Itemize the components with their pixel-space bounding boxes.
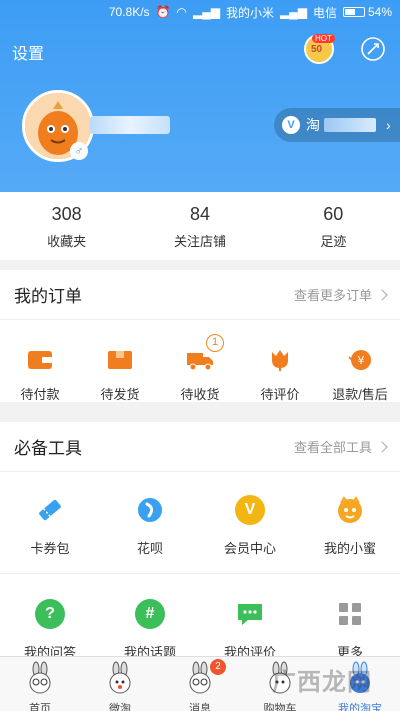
orders-row: 待付款 待发货 1 待收货 待评价 ¥ 退款/售后 — [0, 320, 400, 403]
chevron-right-icon — [376, 288, 388, 301]
vip-label: 淘 — [306, 117, 320, 133]
order-pending-shipment[interactable]: 待发货 — [80, 340, 160, 403]
tool-label: 会员中心 — [223, 541, 276, 556]
tab-label: 微淘 — [109, 703, 131, 711]
order-label: 待评价 — [260, 387, 300, 402]
tools-row-1: 卡券包 花呗 V 会员中心 我的小蜜 — [0, 472, 400, 574]
signal-icon: ▂▄▆ — [193, 5, 220, 19]
tool-reviews[interactable]: 我的评价 — [200, 594, 300, 661]
order-pending-payment[interactable]: 待付款 — [0, 340, 80, 403]
stats-row: 308 收藏夹 84 关注店铺 60 足迹 — [0, 192, 400, 260]
section-title: 我的订单 — [14, 287, 82, 306]
order-label: 待付款 — [20, 387, 60, 402]
tab-home[interactable]: 首页 — [0, 657, 80, 711]
stat-followed-shops[interactable]: 84 关注店铺 — [133, 192, 266, 260]
tab-label: 购物车 — [263, 703, 297, 711]
vip-icon: V — [235, 495, 265, 525]
battery-icon — [342, 7, 365, 17]
alarm-icon: ⏰ — [155, 5, 171, 19]
view-all-tools-link[interactable]: 查看全部工具 — [293, 437, 388, 456]
v-icon: V — [282, 116, 300, 134]
question-icon: ? — [35, 599, 65, 629]
stat-favorites[interactable]: 308 收藏夹 — [0, 192, 133, 260]
watermark-text: 广西龙网 — [272, 669, 372, 696]
stat-value: 60 — [323, 204, 344, 224]
tool-label: 卡券包 — [30, 541, 70, 556]
status-bar: 70.8K/s ⏰ ◠ ▂▄▆ 我的小米 ▂▄▆ 电信 54% — [0, 0, 400, 24]
tab-label: 我的淘宝 — [338, 703, 382, 711]
hashtag-icon: # — [135, 599, 165, 629]
signal-icon: ▂▄▆ — [279, 5, 307, 19]
settings-button[interactable]: 设置 — [12, 40, 44, 64]
huabei-icon — [138, 498, 162, 522]
tool-topics[interactable]: # 我的话题 — [100, 594, 200, 661]
tool-qa[interactable]: ? 我的问答 — [0, 594, 100, 661]
profile-header: 70.8K/s ⏰ ◠ ▂▄▆ 我的小米 ▂▄▆ 电信 54% 设置 HOT 5… — [0, 0, 400, 192]
view-more-label: 查看更多订单 — [293, 288, 372, 303]
skin-brush-icon[interactable] — [360, 36, 386, 62]
tool-assistant[interactable]: 我的小蜜 — [300, 490, 400, 573]
orders-header: 我的订单 查看更多订单 — [0, 270, 400, 320]
stat-value: 84 — [189, 204, 210, 224]
refund-icon: ¥ — [348, 350, 371, 370]
order-pending-review[interactable]: 待评价 — [240, 340, 320, 403]
tool-huabei[interactable]: 花呗 — [100, 490, 200, 573]
home-rabbit-icon — [29, 661, 51, 694]
tool-more[interactable]: 更多 — [300, 594, 400, 661]
wallet-icon — [28, 351, 52, 369]
vip-membership-link[interactable]: V 淘 › — [274, 108, 400, 142]
view-more-label: 查看全部工具 — [293, 440, 372, 455]
count-badge: 1 — [206, 334, 224, 352]
username-blurred — [90, 116, 170, 134]
comment-icon — [238, 604, 262, 625]
section-title: 必备工具 — [14, 439, 82, 458]
stat-label: 足迹 — [320, 234, 347, 249]
wifi-icon: ◠ — [176, 5, 187, 19]
tools-header: 必备工具 查看全部工具 — [0, 422, 400, 472]
tool-label: 我的小蜜 — [323, 541, 376, 556]
male-gender-icon: ♂ — [70, 142, 88, 160]
ticket-icon — [39, 499, 61, 521]
order-label: 待发货 — [100, 387, 140, 402]
weitao-rabbit-icon — [109, 661, 131, 694]
order-refund[interactable]: ¥ 退款/售后 — [320, 340, 400, 403]
battery-indicator: 54% — [342, 5, 392, 19]
tool-coupons[interactable]: 卡券包 — [0, 490, 100, 573]
network-speed: 70.8K/s — [108, 5, 150, 19]
order-pending-receipt[interactable]: 1 待收货 — [160, 334, 240, 403]
tab-label: 消息 — [189, 703, 211, 711]
unread-badge: 2 — [210, 659, 226, 675]
tools-section: 必备工具 查看全部工具 卡券包 花呗 V 会员中心 我的小蜜 ? 我的问答 # … — [0, 422, 400, 662]
carrier-1: 我的小米 — [225, 5, 274, 20]
orders-section: 我的订单 查看更多订单 待付款 待发货 1 待收货 待评价 ¥ 退款/售后 — [0, 270, 400, 402]
tab-weitao[interactable]: 微淘 — [80, 657, 160, 711]
stat-footprints[interactable]: 60 足迹 — [267, 192, 400, 260]
tool-label: 花呗 — [136, 541, 163, 556]
level-number: 50 — [311, 44, 323, 55]
battery-percent: 54% — [367, 5, 392, 19]
order-label: 退款/售后 — [332, 387, 388, 402]
grid-icon — [339, 603, 361, 625]
assistant-icon — [338, 496, 362, 523]
tab-label: 首页 — [29, 703, 51, 711]
package-icon — [108, 351, 132, 369]
view-all-orders-link[interactable]: 查看更多订单 — [293, 285, 388, 304]
tool-vip-center[interactable]: V 会员中心 — [200, 490, 300, 573]
order-label: 待收货 — [180, 387, 220, 402]
hot-tag: HOT — [312, 34, 335, 43]
truck-icon — [187, 353, 213, 371]
tools-row-2: ? 我的问答 # 我的话题 我的评价 更多 — [0, 574, 400, 661]
stat-value: 308 — [51, 204, 82, 224]
flower-icon — [272, 350, 288, 371]
stat-label: 关注店铺 — [173, 234, 226, 249]
chevron-right-icon — [376, 440, 388, 453]
tab-messages[interactable]: 2 消息 — [160, 657, 240, 711]
stat-label: 收藏夹 — [47, 234, 87, 249]
svg-text:¥: ¥ — [358, 354, 365, 367]
carrier-2: 电信 — [312, 5, 337, 20]
vip-name-blurred — [324, 118, 376, 132]
chevron-right-icon: › — [386, 117, 391, 133]
